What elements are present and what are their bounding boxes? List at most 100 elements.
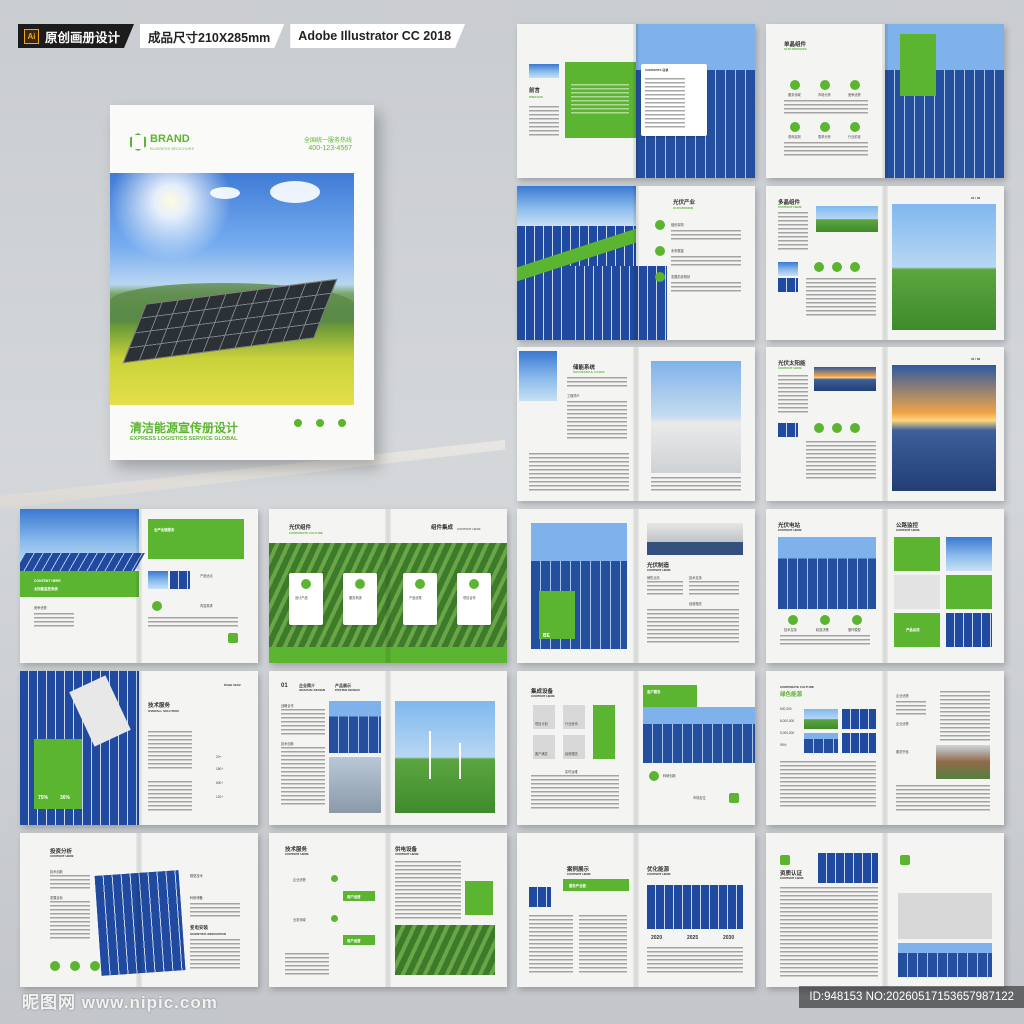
stat-value: 180+ <box>216 767 224 771</box>
page-number: 01 / 02 <box>971 357 981 361</box>
item-sublabel: SCIENTIFIC INNOVATION <box>190 932 226 936</box>
stat-value: 5,000,000 <box>780 731 795 735</box>
card-label: 项目合作 <box>463 596 476 600</box>
tag-software: Adobe Illustrator CC 2018 <box>290 24 465 48</box>
item-label: 循环模型 <box>848 628 861 632</box>
item-label: 技术创新 <box>50 870 63 874</box>
cover-subtitle: EXPRESS LOGISTICS SERVICE GLOBAL <box>130 436 238 442</box>
item-label: 竞争优势 <box>848 93 861 97</box>
item-label: 经营理念 <box>565 752 578 756</box>
year-label: 2025 <box>687 935 699 941</box>
item-label: 项目计划 <box>535 722 548 726</box>
spread-power-station: 光伏电站 CONTENT HERE 技术支持 精准决策 循环模型 公路监控 CO… <box>766 509 1004 663</box>
item-label: 产品总成 <box>906 628 920 632</box>
item-label: 变电安装 <box>190 925 208 930</box>
item-label: 企业优势 <box>896 694 909 698</box>
tag-size: 成品尺寸210X285mm <box>140 24 284 48</box>
item-label: 经营理念 <box>689 602 702 606</box>
page-number: PAGE 01/02 <box>224 683 241 687</box>
spread-photovoltaic: 光伏太阳能 CONTENT HERE 01 / 02 <box>766 347 1004 501</box>
spread-certification: 资质认证 CONTENT HERE <box>766 833 1004 987</box>
stat-value: 8,000,000 <box>780 719 795 723</box>
location-icon <box>338 419 346 427</box>
banner-text: 服务产业链 <box>569 884 586 888</box>
item-label: 模型技术 <box>190 874 203 878</box>
item-label: 需求分析 <box>818 135 831 139</box>
spread-modules: 光伏组件 CORPORATE CULTURE 组件集成 CONTENT HERE… <box>269 509 507 663</box>
spread-title: 光伏组件 <box>289 525 312 531</box>
spread-subtitle-2: CONTENT HERE <box>395 852 419 856</box>
stat-value: 95% <box>780 743 787 747</box>
card-label: 产品优秀 <box>409 596 422 600</box>
item-label: 销售业绩 <box>647 576 660 580</box>
spread-subtitle-2: POSTER DESIGN <box>335 688 360 692</box>
spread-title: 全产业链服务 <box>154 528 175 532</box>
item-label: 技术支持 <box>689 576 702 580</box>
item-label: 科研创新 <box>663 774 676 778</box>
item-label: 工程简介 <box>567 394 580 398</box>
spread-subtitle: CONTENT HERE <box>778 528 802 532</box>
spread-power-supply: 技术服务 CONTENT HERE 企业优势 用户运营 业务领域 用户运营 供电… <box>269 833 507 987</box>
phone-icon <box>294 419 302 427</box>
spread-cases: 案例展示 CONTENT HERE 服务产业链 优化能源 CONTENT HER… <box>517 833 755 987</box>
item-label: 行业资讯 <box>565 722 578 726</box>
cover-photo <box>110 173 354 405</box>
caption-sub: CONTENT HERE <box>34 579 61 583</box>
item-label: 内容需求 <box>200 604 213 608</box>
spread-green-energy: CORPORATE CULTURE 绿色能源 600,000 8,000,000… <box>766 671 1004 825</box>
illustrator-icon: Ai <box>24 29 39 44</box>
spread-title: 前言 <box>529 88 541 94</box>
item-label: 业务领域 <box>293 918 306 922</box>
tag-original-design: Ai 原创画册设计 <box>18 24 134 48</box>
spread-subtitle: CONTENT HERE <box>50 854 74 858</box>
caption-title: 太阳能监控系统 <box>34 587 58 591</box>
spread-subtitle: OVERALL SOLUTION <box>148 709 179 713</box>
spread-preface: 前言 PREFACE CONTENTS 目录 <box>517 24 755 178</box>
spread-title-2: 组件集成 <box>431 525 454 531</box>
card-label: 服务系统 <box>349 596 362 600</box>
stat-value: 600,000 <box>780 707 792 711</box>
brand-subtitle: BUSINESS BROCHURE <box>150 146 195 151</box>
image-id: ID:948153 NO:20260517153657987122 <box>799 986 1024 1008</box>
spread-subtitle: OUR MISSION <box>673 206 694 210</box>
item-label: 组织架构 <box>671 223 684 227</box>
spread-subtitle: CONTENT HERE <box>778 366 802 370</box>
item-label: 发展前景规划 <box>671 275 691 279</box>
item-label: 战略合作 <box>281 704 294 708</box>
item-label: 市场定位 <box>693 796 706 800</box>
spread-subtitle: CONTENT HERE <box>567 872 591 876</box>
spread-storage: 储能系统 SUCCESSFUL CASES 工程简介 <box>517 347 755 501</box>
spread-subtitle: PREFACE <box>529 95 544 99</box>
spread-subtitle: OUR SERVICES <box>784 47 807 51</box>
section-number: 01 <box>281 683 288 689</box>
spread-subtitle: CORPORATE CULTURE <box>780 685 814 689</box>
page-number: 01 / 02 <box>971 196 981 200</box>
spread-subtitle: GRAPHIC DESIGN <box>299 688 326 692</box>
brand-name: BRAND <box>150 133 190 145</box>
spread-services: 单晶组件 OUR SERVICES 服务领域 市场分析 竞争优势 咨询定制 需求… <box>766 24 1004 178</box>
item-label: 服务宗旨 <box>896 750 909 754</box>
item-label: 企业优势 <box>293 878 306 882</box>
spread-subtitle: CONTENT HERE <box>285 852 309 856</box>
spread-manufacturing: BE 光伏制造 CONTENT HERE 销售业绩 技术支持 经营理念 <box>517 509 755 663</box>
spread-subtitle: CONTENT HERE <box>778 205 802 209</box>
spread-subtitle: CORPORATE CULTURE <box>289 531 323 535</box>
item-label: 未来展望 <box>671 249 684 253</box>
item-label: 市场分析 <box>818 93 831 97</box>
stat-value: 600+ <box>216 781 224 785</box>
hotline-label: 全国统一服务热线 <box>303 138 352 144</box>
mail-icon <box>316 419 324 427</box>
item-label: 企业优势 <box>896 722 909 726</box>
spread-subtitle: CONTENT HERE <box>531 694 555 698</box>
percent-1: 75% <box>38 795 49 801</box>
contact-icons <box>294 419 346 427</box>
item-label: 客户满意 <box>535 752 548 756</box>
item-label: 用户运营 <box>347 939 361 943</box>
spread-title: 光伏产业 <box>673 200 696 206</box>
watermark-logo: 昵图网 www.nipic.com <box>22 993 218 1012</box>
badge-text: BE <box>543 633 550 639</box>
spread-tech-service: 75% 36% 技术服务 OVERALL SOLUTION PAGE 01/02… <box>20 671 258 825</box>
percent-2: 36% <box>60 795 71 801</box>
year-label: 2020 <box>651 935 663 941</box>
item-label: 技术创新 <box>281 742 294 746</box>
